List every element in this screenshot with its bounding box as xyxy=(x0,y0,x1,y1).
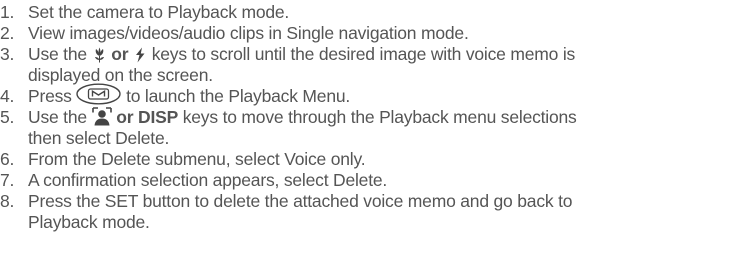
face-detection-icon xyxy=(91,107,112,126)
step-text: View images/videos/audio clips in Single… xyxy=(28,23,469,43)
step-text: Press to launch the Playback Menu. xyxy=(28,83,351,106)
key-or-text: or xyxy=(111,44,129,64)
menu-m-button-icon xyxy=(76,83,122,105)
step-number: 5. xyxy=(0,107,15,127)
step-text: Press the SET button to delete the attac… xyxy=(28,191,573,211)
step-text: From the Delete submenu, select Voice on… xyxy=(28,149,366,169)
step-number: 6. xyxy=(0,149,15,169)
step-number: 8. xyxy=(0,191,15,211)
key-or-disp-text: or DISP xyxy=(116,107,179,127)
step-text-continued: then select Delete. xyxy=(28,128,170,148)
macro-flower-icon xyxy=(92,47,107,63)
step-text-continued: displayed on the screen. xyxy=(28,65,213,85)
step-text-continued: Playback mode. xyxy=(28,212,150,232)
step-text-pre: Use the xyxy=(28,107,92,127)
instruction-document: 1. Set the camera to Playback mode. 2. V… xyxy=(0,0,735,274)
step-text-pre: Use the xyxy=(28,44,92,64)
step-text-post: to launch the Playback Menu. xyxy=(121,86,351,106)
step-text: Use the or keys to scroll until the desi… xyxy=(28,44,575,64)
step-text-post: keys to scroll until the desired image w… xyxy=(147,44,576,64)
step-text-post: keys to move through the Playback menu s… xyxy=(178,107,577,127)
step-number: 4. xyxy=(0,86,15,106)
step-text: A confirmation selection appears, select… xyxy=(28,170,388,190)
step-number: 3. xyxy=(0,44,15,64)
step-text: Use the or DISP keys to move through the… xyxy=(28,107,577,127)
step-text-pre: Press xyxy=(28,86,77,106)
step-number: 7. xyxy=(0,170,15,190)
step-number: 2. xyxy=(0,23,15,43)
flash-bolt-icon xyxy=(133,47,147,63)
step-text: Set the camera to Playback mode. xyxy=(28,2,290,22)
step-number: 1. xyxy=(0,2,15,22)
